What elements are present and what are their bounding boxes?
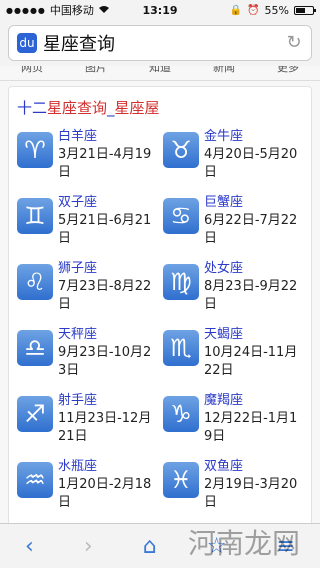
sagittarius-icon[interactable]: ♐: [17, 396, 53, 432]
zodiac-name[interactable]: 水瓶座: [58, 458, 157, 476]
lock-rotation-icon: 🔒: [229, 4, 243, 16]
reload-icon[interactable]: ↻: [285, 34, 303, 52]
tab-zhidao[interactable]: 知道: [149, 66, 171, 80]
zodiac-dates: 1月20日-2月18日: [58, 477, 152, 510]
taurus-icon[interactable]: ♉: [163, 132, 199, 168]
alarm-icon: ⏰: [247, 4, 260, 16]
zodiac-name[interactable]: 金牛座: [204, 128, 303, 146]
home-icon[interactable]: ⌂: [143, 534, 157, 559]
tab-images[interactable]: 图片: [85, 66, 107, 80]
gemini-icon[interactable]: ♊: [17, 198, 53, 234]
zodiac-dates: 7月23日-8月22日: [58, 279, 152, 312]
libra-icon[interactable]: ♎: [17, 330, 53, 366]
signal-icon: ●●●●●: [6, 5, 46, 15]
battery-icon: [294, 5, 316, 15]
zodiac-item[interactable]: ♊ 双子座 5月21日-6月21日: [17, 194, 157, 254]
zodiac-name[interactable]: 魔羯座: [204, 392, 303, 410]
pisces-icon[interactable]: ♓: [163, 462, 199, 498]
capricorn-icon[interactable]: ♑: [163, 396, 199, 432]
zodiac-name[interactable]: 双鱼座: [204, 458, 303, 476]
battery-percent: 55%: [264, 3, 289, 17]
zodiac-dates: 10月24日-11月22日: [204, 345, 298, 378]
carrier-label: 中国移动: [49, 4, 94, 17]
cancer-icon[interactable]: ♋: [163, 198, 199, 234]
zodiac-dates: 9月23日-10月23日: [58, 345, 152, 378]
result-title[interactable]: 十二星座查询_星座屋: [17, 97, 303, 118]
zodiac-item[interactable]: ♈ 白羊座 3月21日-4月19日: [17, 128, 157, 188]
wifi-icon: [98, 4, 110, 17]
zodiac-item[interactable]: ♒ 水瓶座 1月20日-2月18日: [17, 458, 157, 518]
forward-icon[interactable]: ›: [84, 534, 93, 559]
zodiac-name[interactable]: 天秤座: [58, 326, 157, 344]
zodiac-item[interactable]: ♎ 天秤座 9月23日-10月23日: [17, 326, 157, 386]
zodiac-item[interactable]: ♐ 射手座 11月23日-12月21日: [17, 392, 157, 452]
zodiac-dates: 2月19日-3月20日: [204, 477, 298, 510]
back-icon[interactable]: ‹: [25, 534, 34, 559]
search-tabs: 网页 图片 知道 新闻 更多: [0, 66, 320, 81]
search-bar: du 星座查询 ↻: [0, 20, 320, 66]
status-bar: ●●●●● 中国移动 13:19 🔒 ⏰ 55%: [0, 0, 320, 20]
search-query: 星座查询: [43, 34, 115, 55]
zodiac-dates: 12月22日-1月19日: [204, 411, 298, 444]
zodiac-dates: 8月23日-9月22日: [204, 279, 298, 312]
tab-news[interactable]: 新闻: [213, 66, 235, 80]
virgo-icon[interactable]: ♍: [163, 264, 199, 300]
zodiac-name[interactable]: 射手座: [58, 392, 157, 410]
aries-icon[interactable]: ♈: [17, 132, 53, 168]
result-card: 十二星座查询_星座屋 ♈ 白羊座 3月21日-4月19日 ♉ 金牛座 4月20日-5月2…: [8, 86, 312, 532]
zodiac-dates: 3月21日-4月19日: [58, 147, 152, 180]
title-highlight[interactable]: 星座屋: [115, 99, 160, 117]
watermark: 河南龙网: [187, 527, 300, 560]
baidu-logo-icon: du: [17, 33, 37, 53]
zodiac-item[interactable]: ♉ 金牛座 4月20日-5月20日: [163, 128, 303, 188]
zodiac-dates: 11月23日-12月21日: [58, 411, 152, 444]
zodiac-grid: ♈ 白羊座 3月21日-4月19日 ♉ 金牛座 4月20日-5月20日 ♊ 双子座 5月21…: [17, 128, 303, 518]
zodiac-name[interactable]: 狮子座: [58, 260, 157, 278]
search-input[interactable]: du 星座查询 ↻: [8, 25, 312, 61]
zodiac-name[interactable]: 天蝎座: [204, 326, 303, 344]
zodiac-item[interactable]: ♏ 天蝎座 10月24日-11月22日: [163, 326, 303, 386]
zodiac-name[interactable]: 双子座: [58, 194, 157, 212]
zodiac-dates: 4月20日-5月20日: [204, 147, 298, 180]
zodiac-item[interactable]: ♋ 巨蟹座 6月22日-7月22日: [163, 194, 303, 254]
zodiac-dates: 6月22日-7月22日: [204, 213, 298, 246]
zodiac-name[interactable]: 处女座: [204, 260, 303, 278]
tab-web[interactable]: 网页: [21, 66, 43, 80]
tab-more[interactable]: 更多: [277, 66, 299, 80]
title-separator[interactable]: _: [107, 99, 115, 117]
zodiac-item[interactable]: ♑ 魔羯座 12月22日-1月19日: [163, 392, 303, 452]
clock: 13:19: [142, 3, 178, 17]
zodiac-name[interactable]: 白羊座: [58, 128, 157, 146]
title-part[interactable]: 十二: [17, 99, 47, 117]
title-highlight[interactable]: 星座查询: [47, 99, 107, 117]
aquarius-icon[interactable]: ♒: [17, 462, 53, 498]
zodiac-name[interactable]: 巨蟹座: [204, 194, 303, 212]
zodiac-dates: 5月21日-6月21日: [58, 213, 152, 246]
leo-icon[interactable]: ♌: [17, 264, 53, 300]
zodiac-item[interactable]: ♓ 双鱼座 2月19日-3月20日: [163, 458, 303, 518]
zodiac-item[interactable]: ♍ 处女座 8月23日-9月22日: [163, 260, 303, 320]
scorpio-icon[interactable]: ♏: [163, 330, 199, 366]
zodiac-item[interactable]: ♌ 狮子座 7月23日-8月22日: [17, 260, 157, 320]
